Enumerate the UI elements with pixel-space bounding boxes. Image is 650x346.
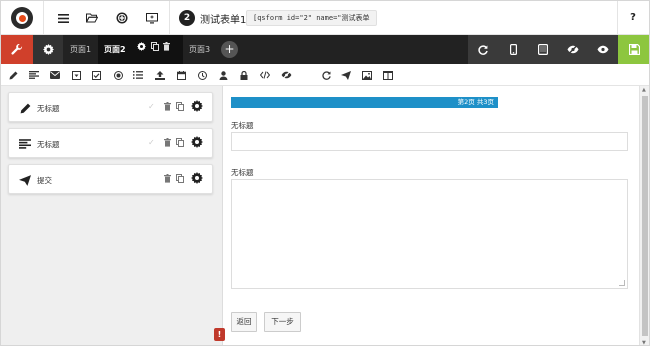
dropdown-icon[interactable]: [69, 67, 83, 83]
textarea[interactable]: [231, 179, 628, 289]
next-button[interactable]: 下一步: [264, 312, 301, 332]
user-icon[interactable]: [216, 67, 230, 83]
menu-icon[interactable]: [54, 9, 72, 27]
tab-page-1[interactable]: 页面1: [64, 35, 97, 64]
monitor-icon[interactable]: [143, 9, 161, 27]
question-label: 无标题: [231, 168, 254, 177]
lock-icon[interactable]: [237, 67, 251, 83]
field-card[interactable]: 无标题 ✓: [8, 92, 213, 122]
copy-field-icon[interactable]: [176, 174, 184, 185]
page-progress-bar: 第2页 共3页: [231, 97, 498, 108]
hidden-field-eye-slash-icon[interactable]: [279, 67, 293, 83]
radio-icon[interactable]: [111, 67, 125, 83]
save-icon[interactable]: [618, 35, 649, 64]
field-settings-gear-icon[interactable]: [191, 172, 203, 187]
eye-icon[interactable]: [588, 35, 618, 64]
field-card-label: 无标题: [37, 104, 60, 113]
add-circle-icon[interactable]: [113, 9, 131, 27]
form-settings-gear-icon[interactable]: [33, 35, 63, 64]
submit-send-icon[interactable]: [339, 67, 353, 83]
top-bar: 2 测试表单1 [qsform id="2" name="测试表单 ?: [1, 1, 649, 35]
shortcode-display[interactable]: [qsform id="2" name="测试表单: [246, 10, 377, 26]
form-title[interactable]: 测试表单1: [200, 11, 246, 26]
view-controls: [468, 35, 618, 64]
text-field-pencil-icon[interactable]: [6, 67, 20, 83]
scrollbar-thumb[interactable]: [642, 96, 648, 336]
paragraph-icon[interactable]: [27, 67, 41, 83]
field-type-toolbar: [1, 64, 649, 86]
delete-field-icon[interactable]: [164, 174, 171, 185]
required-check-icon[interactable]: ✓: [148, 138, 155, 147]
divider: [617, 1, 618, 35]
text-input[interactable]: [231, 132, 628, 151]
image-icon[interactable]: [360, 67, 374, 83]
delete-field-icon[interactable]: [164, 138, 171, 149]
divider: [43, 1, 44, 35]
field-card-label: 无标题: [37, 140, 60, 149]
pencil-icon: [18, 101, 32, 115]
delete-page-icon[interactable]: [163, 35, 170, 64]
required-check-icon[interactable]: ✓: [148, 102, 155, 111]
form-preview: 第2页 共3页 无标题 无标题 返回 下一步: [223, 86, 639, 345]
app-window: 2 测试表单1 [qsform id="2" name="测试表单 ? 页面1 …: [0, 0, 650, 346]
list-icon[interactable]: [131, 67, 145, 83]
eye-slash-icon[interactable]: [558, 35, 588, 64]
scroll-down-arrow-icon[interactable]: ▼: [642, 340, 646, 345]
columns-icon[interactable]: [381, 67, 395, 83]
app-logo[interactable]: [11, 7, 33, 29]
scroll-up-arrow-icon[interactable]: ▲: [642, 87, 646, 93]
field-list-panel: 无标题 ✓ 无标题 ✓ 提交: [1, 86, 223, 345]
form-number-badge: 2: [179, 10, 195, 26]
question-label: 无标题: [231, 121, 254, 130]
tab-page-3[interactable]: 页面3: [183, 35, 216, 64]
copy-field-icon[interactable]: [176, 138, 184, 149]
checkbox-icon[interactable]: [89, 67, 103, 83]
field-card-label: 提交: [37, 176, 52, 185]
wrench-icon[interactable]: [1, 35, 33, 64]
copy-page-icon[interactable]: [151, 35, 159, 64]
email-icon[interactable]: [48, 67, 62, 83]
copy-field-icon[interactable]: [176, 102, 184, 113]
folder-open-icon[interactable]: [83, 9, 101, 27]
delete-field-icon[interactable]: [164, 102, 171, 113]
divider: [169, 1, 170, 35]
field-settings-gear-icon[interactable]: [191, 100, 203, 115]
upload-icon[interactable]: [153, 67, 167, 83]
mobile-view-icon[interactable]: [498, 35, 528, 64]
warning-badge[interactable]: !: [214, 328, 225, 341]
captcha-refresh-icon[interactable]: [319, 67, 333, 83]
back-button[interactable]: 返回: [231, 312, 257, 332]
refresh-icon[interactable]: [468, 35, 498, 64]
field-card[interactable]: 提交: [8, 164, 213, 194]
calendar-icon[interactable]: [174, 67, 188, 83]
page-bar: 页面1 页面2 页面3 +: [1, 35, 649, 64]
send-icon: [18, 173, 32, 187]
help-button[interactable]: ?: [626, 9, 640, 27]
scrollbar[interactable]: ▲ ▼: [639, 86, 649, 345]
clock-icon[interactable]: [195, 67, 209, 83]
resize-handle[interactable]: [619, 280, 625, 286]
code-icon[interactable]: [258, 67, 272, 83]
tab-page-2-label: 页面2: [104, 45, 126, 54]
add-page-button[interactable]: +: [221, 41, 238, 58]
field-settings-gear-icon[interactable]: [191, 136, 203, 151]
paragraph-icon: [18, 137, 32, 151]
page-settings-gear-icon[interactable]: [137, 35, 146, 64]
field-card[interactable]: 无标题 ✓: [8, 128, 213, 158]
tablet-view-icon[interactable]: [528, 35, 558, 64]
